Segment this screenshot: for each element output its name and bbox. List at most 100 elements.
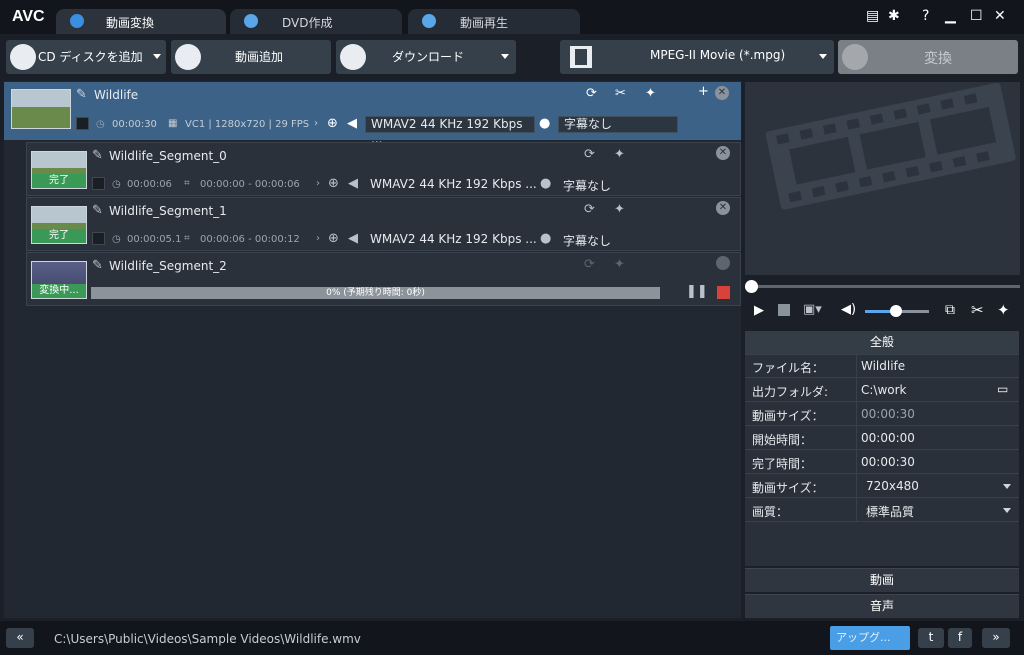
file-item-main[interactable]: ✎ Wildlife ⟳ ✂ ✦ + ✕ ◷ 00:00:30 ▦ VC1 | …	[4, 82, 741, 146]
checkbox[interactable]	[92, 232, 105, 245]
prop-row: ファイル名： Wildlife	[745, 354, 1019, 378]
upgrade-label: アップグ...	[836, 631, 891, 644]
target-icon[interactable]: ⊕	[327, 116, 338, 131]
edit-icon[interactable]: ✎	[92, 148, 103, 163]
crop-icon: ⌗	[184, 178, 190, 189]
upgrade-button[interactable]: アップグ...	[830, 626, 910, 650]
status-badge: 完了	[32, 229, 86, 243]
duration: 00:00:06	[127, 179, 172, 190]
volume-icon[interactable]: ◀)	[841, 302, 856, 317]
file-path: C:\Users\Public\Videos\Sample Videos\Wil…	[54, 632, 361, 646]
format-select[interactable]: MPEG-II Movie (*.mpg)	[560, 40, 834, 74]
convert-button[interactable]: 変換	[838, 40, 1018, 74]
thumbnail	[11, 89, 71, 129]
convert-label: 変換	[924, 51, 952, 67]
remove-icon[interactable]: ✕	[715, 86, 729, 100]
pause-icon[interactable]: ❚❚	[686, 284, 708, 299]
stop-icon[interactable]	[717, 286, 730, 299]
maximize-icon[interactable]: ☐	[970, 8, 983, 24]
prop-key: 開始時間：	[752, 433, 813, 447]
prop-select[interactable]: 標準品質	[866, 503, 914, 520]
sync-icon[interactable]: ⟳	[586, 86, 597, 101]
status-badge: 完了	[32, 174, 86, 188]
tab-player[interactable]: 動画再生	[408, 9, 580, 34]
seek-bar[interactable]	[745, 280, 1020, 293]
play-icon[interactable]: ▶	[754, 303, 764, 318]
time-range: 00:00:06 - 00:00:12	[200, 234, 300, 245]
prop-value[interactable]: 00:00:00	[861, 431, 915, 445]
edit-icon[interactable]: ✎	[92, 258, 103, 273]
add-cd-button[interactable]: CD ディスクを追加	[6, 40, 166, 74]
settings-icon[interactable]: ✱	[888, 8, 900, 24]
segment-item[interactable]: 完了 ✎ Wildlife_Segment_1 ⟳ ✦ ✕ ◷ 00:00:05…	[26, 197, 741, 251]
download-button[interactable]: ダウンロード	[336, 40, 516, 74]
minimize-icon[interactable]: ▁	[945, 8, 956, 24]
scissors-icon[interactable]: ✂	[971, 301, 984, 319]
chevron-down-icon	[819, 54, 827, 59]
prop-row: 動画サイズ： 00:00:30	[745, 402, 1019, 426]
prop-row: 動画サイズ： 720x480	[745, 474, 1019, 498]
crop-icon: ⌗	[184, 233, 190, 244]
checkbox[interactable]	[76, 117, 89, 130]
chevron-down-icon	[153, 54, 161, 59]
help-icon[interactable]: ?	[922, 8, 929, 24]
expand-icon[interactable]: ›	[316, 233, 320, 244]
subtitle-icon: ●	[540, 176, 552, 191]
stop-icon[interactable]	[778, 304, 790, 316]
effects-icon[interactable]: ✦	[614, 147, 625, 162]
add-cd-label: CD ディスクを追加	[38, 50, 143, 64]
folder-icon[interactable]: ▭	[997, 382, 1008, 396]
register-icon[interactable]: ▤	[866, 8, 879, 24]
video-section[interactable]: 動画	[745, 568, 1019, 592]
film-icon	[570, 46, 592, 68]
target-icon[interactable]: ⊕	[328, 231, 339, 246]
prop-value[interactable]: 00:00:30	[861, 455, 915, 469]
add-video-button[interactable]: 動画追加	[171, 40, 331, 74]
prop-value[interactable]: Wildlife	[861, 359, 905, 373]
close-icon[interactable]: ✕	[994, 8, 1006, 24]
duration: 00:00:30	[112, 119, 157, 130]
remove-icon[interactable]: ✕	[716, 146, 730, 160]
camera-icon[interactable]: ▣▾	[803, 302, 822, 317]
target-icon[interactable]: ⊕	[328, 176, 339, 191]
subtitle-icon: ●	[540, 231, 552, 246]
volume-handle[interactable]	[890, 305, 902, 317]
effects-icon[interactable]: ✦	[645, 86, 656, 101]
tab-convert[interactable]: 動画変換	[56, 9, 226, 34]
audio-section[interactable]: 音声	[745, 594, 1019, 618]
chevron-down-icon	[501, 54, 509, 59]
sync-icon[interactable]: ⟳	[584, 202, 595, 217]
effects-icon[interactable]: ✦	[997, 301, 1010, 319]
scissors-icon[interactable]: ✂	[615, 86, 626, 101]
facebook-icon[interactable]: f	[948, 628, 972, 648]
seek-handle[interactable]	[745, 280, 758, 293]
subtitle-icon: ●	[539, 116, 551, 131]
segment-item[interactable]: 完了 ✎ Wildlife_Segment_0 ⟳ ✦ ✕ ◷ 00:00:06…	[26, 142, 741, 196]
expand-icon[interactable]: ›	[314, 118, 318, 129]
sync-icon[interactable]: ⟳	[584, 147, 595, 162]
subtitle-select[interactable]: 字幕なし	[563, 177, 611, 194]
subtitle-select[interactable]: 字幕なし	[563, 232, 611, 249]
prop-select[interactable]: 720x480	[866, 479, 919, 493]
subtitle-select[interactable]: 字幕なし	[558, 116, 678, 133]
twitter-icon[interactable]: t	[918, 628, 944, 648]
prop-value: 00:00:30	[861, 407, 915, 421]
effects-icon[interactable]: ✦	[614, 202, 625, 217]
expand-icon[interactable]: ›	[316, 178, 320, 189]
expand-right-icon[interactable]: »	[982, 628, 1010, 648]
general-header: 全般	[745, 331, 1019, 355]
edit-icon[interactable]: ✎	[76, 87, 87, 102]
remove-icon[interactable]: ✕	[716, 201, 730, 215]
audio-select[interactable]: WMAV2 44 KHz 192 Kbps ...	[370, 232, 537, 246]
fullscreen-icon[interactable]: ⧉	[945, 302, 955, 318]
prop-value[interactable]: C:\work	[861, 383, 907, 397]
audio-select[interactable]: WMAV2 44 KHz 192 Kbps ...	[365, 116, 535, 146]
collapse-left-icon[interactable]: «	[6, 628, 34, 648]
audio-select[interactable]: WMAV2 44 KHz 192 Kbps ...	[370, 177, 537, 191]
add-segment-icon[interactable]: +	[698, 84, 709, 99]
globe-download-icon	[340, 44, 366, 70]
tab-dvd[interactable]: DVD作成	[230, 9, 402, 34]
checkbox[interactable]	[92, 177, 105, 190]
edit-icon[interactable]: ✎	[92, 203, 103, 218]
prop-row: 完了時間： 00:00:30	[745, 450, 1019, 474]
